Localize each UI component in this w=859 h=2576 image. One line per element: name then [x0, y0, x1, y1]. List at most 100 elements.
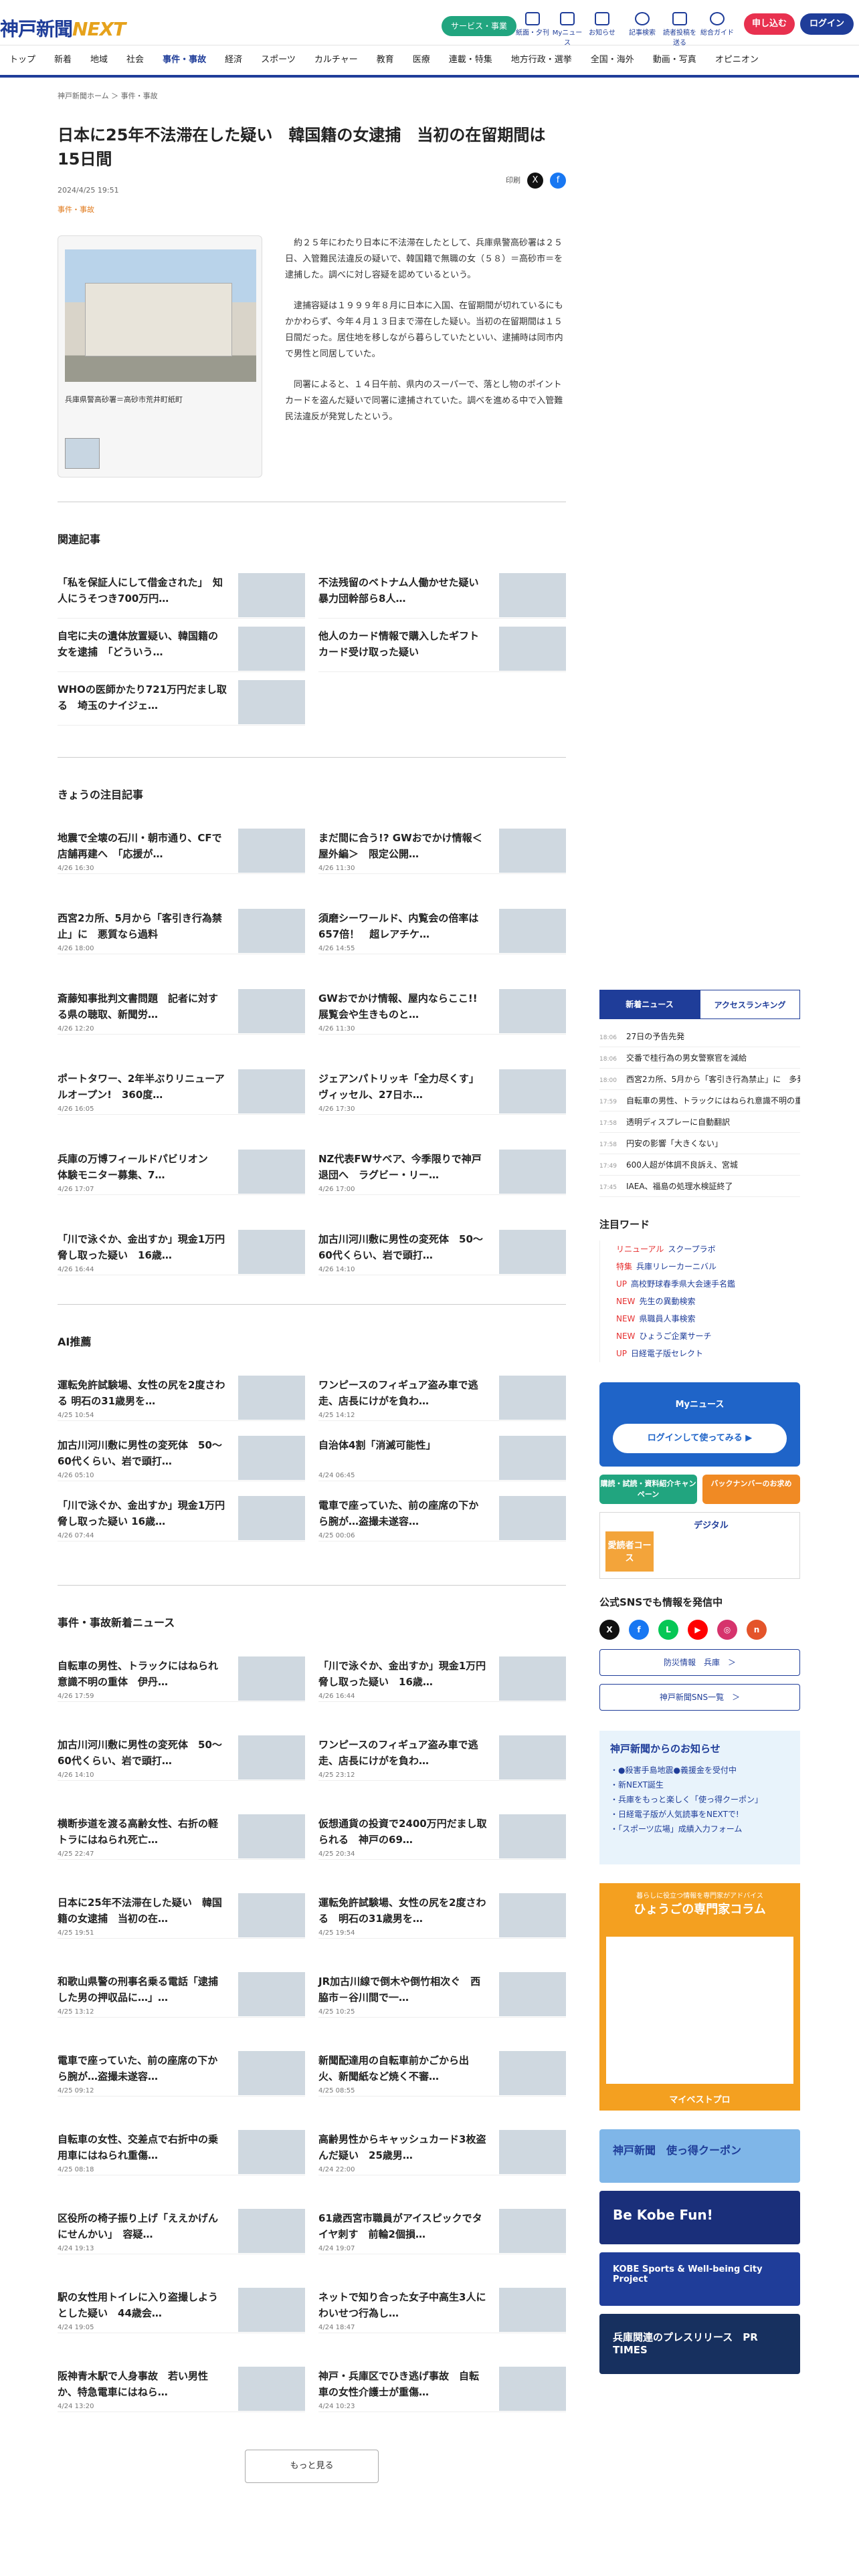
facebook-icon[interactable]: f [629, 1620, 649, 1640]
article-card-title[interactable]: 須磨シーワールド、内覧会の倍率は657倍！ 超レアチケ… [318, 910, 488, 942]
article-card-title[interactable]: WHOの医師かたり721万円だまし取る 埼玉のナイジェ… [58, 681, 227, 714]
article-card-title[interactable]: ワンピースのフィギュア盗み車で逃走、店長にけがを負わ… [318, 1737, 488, 1769]
article-card-image[interactable] [499, 2288, 566, 2332]
article-card-title[interactable]: NZ代表FWサベア、今季限りで神戸退団へ ラグビー・リー… [318, 1151, 488, 1183]
article-card[interactable]: 自転車の男性、トラックにはねられ意識不明の重体 伊丹… 4/26 17:59 [58, 1650, 305, 1702]
watch-word[interactable]: NEW 先生の異動検索 [616, 1293, 800, 1310]
article-card[interactable]: GWおでかけ情報、屋内ならここ!! 展覧会や生きものと… 4/26 11:30 [318, 982, 566, 1035]
article-card-title[interactable]: 区役所の椅子振り上げ「ええかげんにせんかい」 容疑… [58, 2210, 227, 2242]
article-card-image[interactable] [238, 1496, 305, 1540]
service-button[interactable]: サービス・事業 [442, 16, 517, 36]
article-card-title[interactable]: 和歌山県警の刑事名乗る電話「逮捕した男の押収品に…」… [58, 1973, 227, 2006]
article-card[interactable]: 区役所の椅子振り上げ「ええかげんにせんかい」 容疑… 4/24 19:13 [58, 2202, 305, 2254]
latest-list-item[interactable]: 18:06 27日の予告先発 [599, 1026, 800, 1047]
nav-item[interactable]: 全国・海外 [581, 45, 644, 75]
article-card[interactable]: 神戸・兵庫区でひき逃げ事故 自転車の女性介護士が重傷… 4/24 10:23 [318, 2360, 566, 2412]
article-card-image[interactable] [238, 909, 305, 953]
print-button[interactable]: 印刷 [506, 176, 520, 185]
article-card-title[interactable]: 新聞配達用の自転車前かごから出火、新聞紙など焼く不審… [318, 2052, 488, 2084]
tab-latest[interactable]: 新着ニュース [599, 990, 700, 1019]
article-card-title[interactable]: 横断歩道を渡る高齢女性、右折の軽トラにはねられ死亡… [58, 1816, 227, 1848]
article-card-title[interactable]: 阪神青木駅で人身事故 若い男性か、特急電車にはねら… [58, 2368, 227, 2400]
article-card-title[interactable]: 神戸・兵庫区でひき逃げ事故 自転車の女性介護士が重傷… [318, 2368, 488, 2400]
nav-item[interactable]: 連載・特集 [440, 45, 502, 75]
article-card-title[interactable]: 加古川河川敷に男性の変死体 50～60代くらい、岩で頭打… [58, 1437, 227, 1469]
article-card-image[interactable] [238, 1735, 305, 1780]
coupon-banner[interactable]: 神戸新聞 使っ得クーポン [599, 2129, 800, 2183]
article-card-image[interactable] [499, 1436, 566, 1480]
article-card-title[interactable]: ジェアンパトリッキ「全力尽くす」 ヴィッセル、27日ホ… [318, 1071, 488, 1103]
article-card-title[interactable]: 電車で座っていた、前の座席の下から腕が…盗撮未遂容… [58, 2052, 227, 2084]
apply-button[interactable]: 申し込む [744, 13, 795, 35]
campaign-button[interactable]: 購読・試読・資料紹介キャンペーン [599, 1475, 697, 1504]
note-icon[interactable]: n [747, 1620, 767, 1640]
article-card[interactable]: 加古川河川敷に男性の変死体 50～60代くらい、岩で頭打… 4/26 05:10 [58, 1429, 305, 1481]
article-card-image[interactable] [238, 573, 305, 617]
article-card-image[interactable] [238, 1230, 305, 1274]
login-button[interactable]: ログイン [800, 13, 854, 35]
article-card-image[interactable] [499, 1893, 566, 1937]
facebook-share-icon[interactable]: f [550, 173, 566, 189]
article-category[interactable]: 事件・事故 [58, 204, 566, 215]
line-icon[interactable]: L [658, 1620, 678, 1640]
article-card-title[interactable]: 自転車の男性、トラックにはねられ意識不明の重体 伊丹… [58, 1658, 227, 1690]
article-card-image[interactable] [499, 1230, 566, 1274]
disaster-link[interactable]: 防災情報 兵庫 ＞ [599, 1649, 800, 1676]
article-card[interactable]: NZ代表FWサベア、今季限りで神戸退団へ ラグビー・リー… 4/26 17:00 [318, 1143, 566, 1195]
article-card-title[interactable]: 自治体4割「消滅可能性」 [318, 1437, 488, 1453]
article-card[interactable]: 加古川河川敷に男性の変死体 50～60代くらい、岩で頭打… 4/26 14:10 [318, 1223, 566, 1275]
article-card-image[interactable] [499, 1496, 566, 1540]
article-card-title[interactable]: 斎藤知事批判文書問題 記者に対する県の聴取、新聞労… [58, 990, 227, 1023]
latest-list-item[interactable]: 17:59 自転車の男性、トラックにはねられ意識不明の重体 伊丹の市道 [599, 1090, 800, 1111]
article-card-title[interactable]: 「私を保証人にして借金された」 知人にうそつき700万円… [58, 574, 227, 607]
article-card-image[interactable] [238, 2288, 305, 2332]
article-card-image[interactable] [499, 1150, 566, 1194]
article-card[interactable]: WHOの医師かたり721万円だまし取る 埼玉のナイジェ… [58, 673, 305, 726]
site-logo[interactable]: 神戸新聞NEXT [0, 15, 126, 41]
article-card-image[interactable] [499, 2209, 566, 2253]
article-card[interactable]: ポートタワー、2年半ぶりリニューアルオープン! 360度… 4/26 16:05 [58, 1063, 305, 1115]
pin-icon[interactable]: Myニュース [550, 12, 585, 47]
nav-item[interactable]: トップ [0, 45, 45, 75]
article-card[interactable]: 須磨シーワールド、内覧会の倍率は657倍！ 超レアチケ… 4/26 14:55 [318, 902, 566, 954]
article-card-image[interactable] [238, 2130, 305, 2174]
latest-title[interactable]: 600人超が体調不良訴え、宮城 [626, 1160, 738, 1170]
article-card-title[interactable]: ワンピースのフィギュア盗み車で逃走、店長にけがを負わ… [318, 1377, 488, 1409]
article-card[interactable]: 「川で泳ぐか、金出すか」現金1万円脅し取った疑い 16歳… 4/26 07:44 [58, 1489, 305, 1541]
help-icon[interactable]: 総合ガイド [700, 12, 735, 37]
article-card-title[interactable]: ポートタワー、2年半ぶりリニューアルオープン! 360度… [58, 1071, 227, 1103]
article-card-title[interactable]: 「川で泳ぐか、金出すか」現金1万円脅し取った疑い 16歳… [58, 1497, 227, 1529]
more-button[interactable]: もっと見る [245, 2450, 379, 2483]
article-card[interactable]: 新聞配達用の自転車前かごから出火、新聞紙など焼く不審… 4/25 08:55 [318, 2044, 566, 2097]
article-card-image[interactable] [499, 2051, 566, 2095]
article-card-title[interactable]: 「川で泳ぐか、金出すか」現金1万円脅し取った疑い 16歳… [58, 1231, 227, 1263]
latest-list-item[interactable]: 17:58 透明ディスプレーに自動翻訳 [599, 1111, 800, 1133]
latest-title[interactable]: 円安の影響「大きくない」 [626, 1139, 723, 1148]
article-card-image[interactable] [499, 989, 566, 1033]
article-card[interactable]: ジェアンパトリッキ「全力尽くす」 ヴィッセル、27日ホ… 4/26 17:30 [318, 1063, 566, 1115]
article-card-image[interactable] [238, 1814, 305, 1858]
article-card-image[interactable] [499, 1069, 566, 1113]
article-card[interactable]: 加古川河川敷に男性の変死体 50～60代くらい、岩で頭打… 4/26 14:10 [58, 1729, 305, 1781]
article-card-image[interactable] [238, 2367, 305, 2411]
latest-list-item[interactable]: 17:58 円安の影響「大きくない」 [599, 1133, 800, 1154]
prtimes-banner[interactable]: 兵庫関連のプレスリリース PR TIMES [599, 2314, 800, 2374]
article-card-image[interactable] [238, 1972, 305, 2016]
watch-text[interactable]: スクープラボ [668, 1245, 715, 1254]
article-card-title[interactable]: 他人のカード情報で購入したギフトカード受け取った疑い [318, 628, 488, 660]
nav-item[interactable]: 地方行政・選挙 [502, 45, 581, 75]
article-card-title[interactable]: 仮想通貨の投資で2400万円だまし取られる 神戸の69… [318, 1816, 488, 1848]
article-card[interactable]: 西宮2カ所、5月から「客引き行為禁止」に 悪質なら過料 4/26 18:00 [58, 902, 305, 954]
watch-word[interactable]: NEW ひょうご企業サーチ [616, 1327, 800, 1345]
my-news-login-button[interactable]: ログインして使ってみる ▶ [613, 1424, 787, 1453]
article-card-image[interactable] [238, 1893, 305, 1937]
article-card-image[interactable] [238, 1069, 305, 1113]
notice-item[interactable]: ・●殺害手島地震●義援金を受付中 [610, 1763, 789, 1778]
tab-ranking[interactable]: アクセスランキング [700, 990, 800, 1019]
article-card-image[interactable] [499, 1972, 566, 2016]
article-card-title[interactable]: JR加古川線で倒木や倒竹相次ぐ 西脇市－谷川間で一… [318, 1973, 488, 2006]
article-card[interactable]: 電車で座っていた、前の座席の下から腕が…盗撮未遂容… 4/25 00:06 [318, 1489, 566, 1541]
article-card-title[interactable]: 運転免許試験場、女性の尻を2度さわる 明石の31歳男を… [58, 1377, 227, 1409]
article-card-image[interactable] [499, 1735, 566, 1780]
article-card-image[interactable] [499, 1376, 566, 1420]
